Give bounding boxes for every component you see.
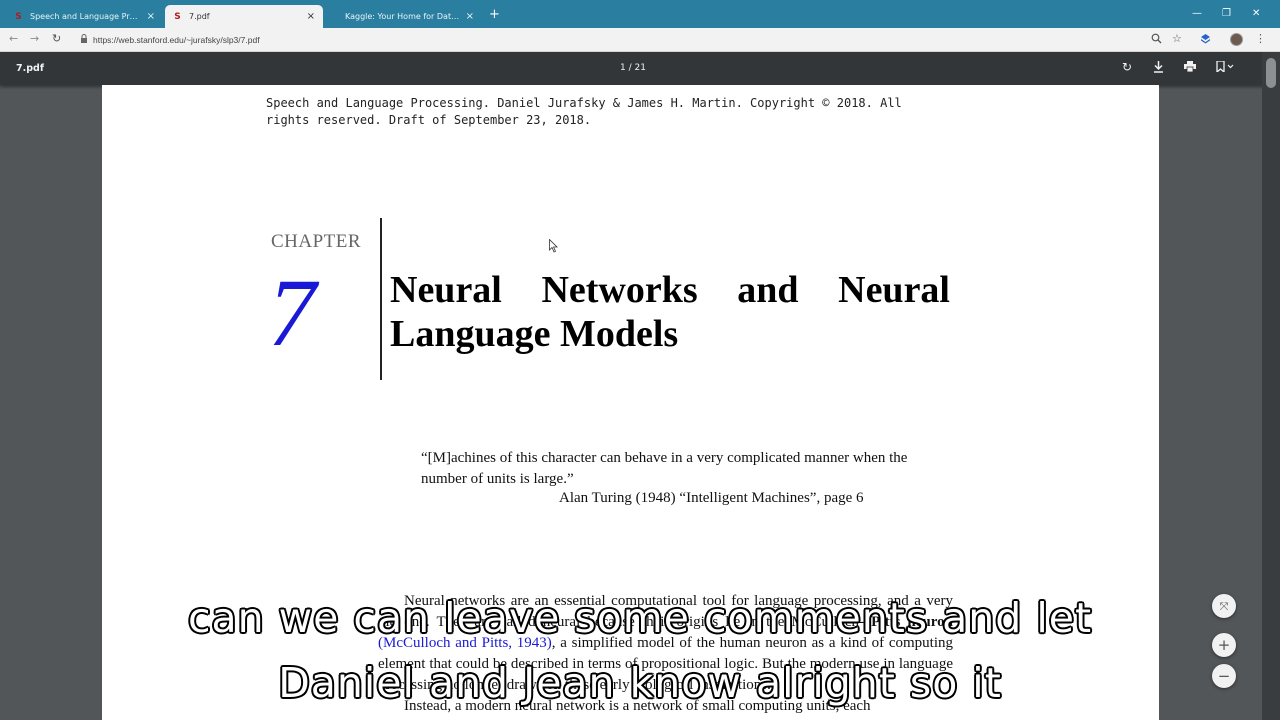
star-icon[interactable]: ☆ [1172,33,1182,45]
tab-speech-language-processing[interactable]: S Speech and Language Processin × [6,5,163,28]
chapter-label: CHAPTER [271,231,362,252]
pdf-file-title: 7.pdf [16,63,44,74]
mouse-cursor-icon [549,239,558,253]
menu-icon[interactable]: ⋮ [1255,33,1266,45]
video-caption-line-2: Daniel and Jean know alright so it [278,659,1002,707]
page-indicator[interactable]: 1 / 21 [620,63,646,73]
reload-icon[interactable]: ↻ [52,33,61,45]
tab-7-pdf[interactable]: S 7.pdf × [165,5,323,28]
close-icon[interactable]: × [466,11,474,22]
close-icon[interactable]: × [307,11,315,22]
profile-avatar[interactable] [1230,33,1243,46]
bookmark-icon[interactable] [1216,60,1234,75]
close-icon[interactable]: × [147,11,155,22]
scrollbar-thumb[interactable] [1266,58,1276,88]
tab-title: Speech and Language Processin [30,12,141,21]
chapter-number: 7 [268,259,316,366]
stanford-s-icon: S [174,11,181,22]
zoom-icon[interactable] [1151,33,1162,47]
video-caption-line-1: can we can leave some comments and let [187,594,1093,642]
epigraph-quote: “[M]achines of this character can behave… [421,450,908,487]
browser-toolbar: ← → ↻ https://web.stanford.edu/~jurafsky… [0,28,1280,52]
epigraph-source: Alan Turing (1948) “Intelligent Machines… [559,490,864,506]
tab-kaggle[interactable]: Kaggle: Your Home for Data Scie × [325,5,482,28]
download-icon[interactable] [1153,61,1164,76]
extension-icon[interactable] [1200,33,1211,47]
browser-tab-bar: S Speech and Language Processin × S 7.pd… [0,0,1280,28]
address-bar[interactable]: https://web.stanford.edu/~jurafsky/slp3/… [93,35,260,45]
lock-icon [80,34,88,46]
restore-icon[interactable]: ❐ [1222,8,1231,19]
tab-title: 7.pdf [189,12,210,21]
chapter-divider [380,218,382,380]
rotate-icon[interactable]: ↻ [1122,61,1132,74]
pdf-toolbar: 7.pdf 1 / 21 ↻ [0,52,1280,85]
chapter-title: Neural Networks and Neural Language Mode… [390,269,950,355]
new-tab-button[interactable]: + [489,8,500,22]
back-arrow-icon[interactable]: ← [9,33,18,45]
running-head: Speech and Language Processing. Daniel J… [266,96,902,127]
window-close-icon[interactable]: ✕ [1252,8,1260,19]
forward-arrow-icon[interactable]: → [30,33,39,45]
minimize-icon[interactable]: — [1192,8,1202,19]
print-icon[interactable] [1184,61,1196,75]
tab-title: Kaggle: Your Home for Data Scie [345,12,460,21]
stanford-s-icon: S [15,11,22,22]
